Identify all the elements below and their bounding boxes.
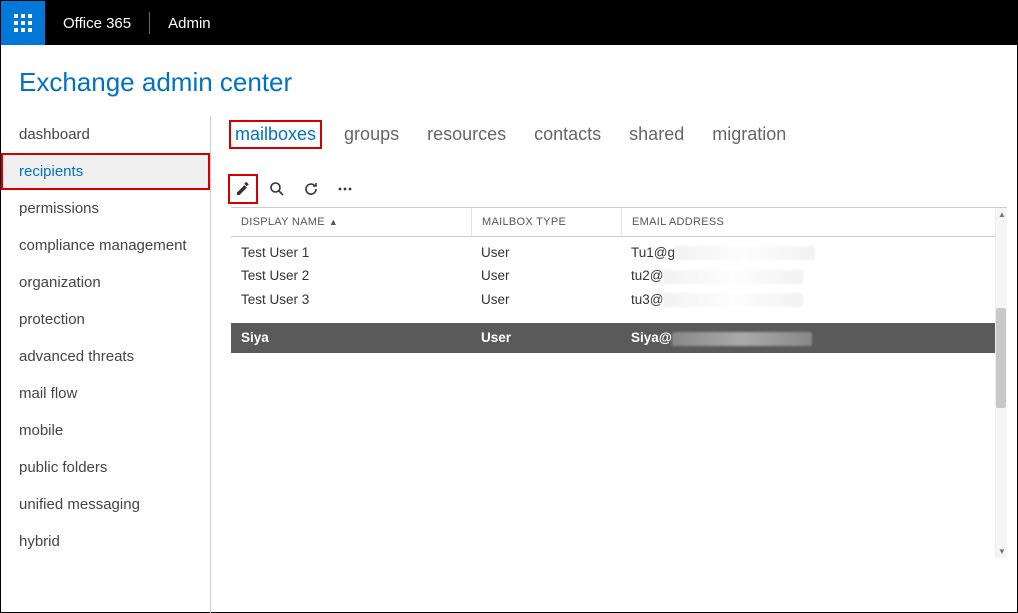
sidebar-item-public-folders[interactable]: public folders bbox=[1, 449, 210, 486]
table-body: Test User 1 User Tu1@g Test User 2 User … bbox=[231, 237, 1007, 353]
content-area: dashboard recipients permissions complia… bbox=[1, 116, 1017, 613]
app-launcher-button[interactable] bbox=[1, 1, 45, 45]
edit-button[interactable] bbox=[231, 177, 255, 201]
search-button[interactable] bbox=[265, 177, 289, 201]
sidebar-item-advanced-threats[interactable]: advanced threats bbox=[1, 338, 210, 375]
col-email-address[interactable]: EMAIL ADDRESS bbox=[621, 208, 1007, 236]
scroll-up-icon[interactable]: ▲ bbox=[998, 210, 1006, 219]
sidebar-item-dashboard[interactable]: dashboard bbox=[1, 116, 210, 153]
sidebar-item-organization[interactable]: organization bbox=[1, 264, 210, 301]
waffle-icon bbox=[14, 14, 32, 32]
main-panel: mailboxes groups resources contacts shar… bbox=[211, 116, 1017, 613]
cell-email: Tu1@g bbox=[621, 244, 1007, 261]
tab-shared[interactable]: shared bbox=[625, 122, 688, 147]
sidebar-item-mobile[interactable]: mobile bbox=[1, 412, 210, 449]
cell-type: User bbox=[471, 329, 621, 346]
scroll-thumb[interactable] bbox=[996, 308, 1006, 408]
cell-name: Test User 3 bbox=[231, 291, 471, 308]
brand-label: Office 365 bbox=[45, 15, 149, 32]
table-row[interactable]: Test User 2 User tu2@ bbox=[231, 264, 1007, 287]
table-row-selected[interactable]: Siya User Siya@ bbox=[231, 323, 1007, 352]
sidebar-item-protection[interactable]: protection bbox=[1, 301, 210, 338]
redacted bbox=[675, 246, 815, 260]
more-button[interactable] bbox=[333, 177, 357, 201]
refresh-icon bbox=[303, 181, 319, 197]
cell-name: Test User 2 bbox=[231, 267, 471, 284]
redacted bbox=[663, 293, 803, 307]
tab-contacts[interactable]: contacts bbox=[530, 122, 605, 147]
cell-type: User bbox=[471, 244, 621, 261]
tab-mailboxes[interactable]: mailboxes bbox=[231, 122, 320, 147]
sidebar-item-compliance[interactable]: compliance management bbox=[1, 227, 210, 264]
toolbar bbox=[231, 177, 1007, 207]
sidebar-item-mail-flow[interactable]: mail flow bbox=[1, 375, 210, 412]
sidebar: dashboard recipients permissions complia… bbox=[1, 116, 211, 613]
col-mailbox-type[interactable]: MAILBOX TYPE bbox=[471, 208, 621, 236]
sidebar-item-unified-messaging[interactable]: unified messaging bbox=[1, 486, 210, 523]
tab-groups[interactable]: groups bbox=[340, 122, 403, 147]
cell-type: User bbox=[471, 267, 621, 284]
table-row[interactable]: Test User 1 User Tu1@g bbox=[231, 241, 1007, 264]
cell-type: User bbox=[471, 291, 621, 308]
top-bar: Office 365 Admin bbox=[1, 1, 1017, 45]
tab-migration[interactable]: migration bbox=[708, 122, 790, 147]
mailbox-table: DISPLAY NAME ▲ MAILBOX TYPE EMAIL ADDRES… bbox=[231, 207, 1007, 353]
refresh-button[interactable] bbox=[299, 177, 323, 201]
sidebar-item-recipients[interactable]: recipients bbox=[1, 153, 210, 190]
page-title: Exchange admin center bbox=[1, 45, 1017, 116]
sidebar-item-permissions[interactable]: permissions bbox=[1, 190, 210, 227]
pencil-icon bbox=[235, 181, 251, 197]
scrollbar[interactable]: ▲ ▼ bbox=[995, 208, 1007, 558]
ellipsis-icon bbox=[337, 181, 353, 197]
table-header: DISPLAY NAME ▲ MAILBOX TYPE EMAIL ADDRES… bbox=[231, 208, 1007, 237]
section-label[interactable]: Admin bbox=[150, 15, 229, 32]
sidebar-item-hybrid[interactable]: hybrid bbox=[1, 523, 210, 560]
cell-email: tu2@ bbox=[621, 267, 1007, 284]
col-display-name[interactable]: DISPLAY NAME ▲ bbox=[231, 208, 471, 236]
cell-email: tu3@ bbox=[621, 291, 1007, 308]
cell-name: Test User 1 bbox=[231, 244, 471, 261]
redacted bbox=[663, 270, 803, 284]
scroll-down-icon[interactable]: ▼ bbox=[998, 547, 1006, 556]
tab-resources[interactable]: resources bbox=[423, 122, 510, 147]
cell-name: Siya bbox=[231, 329, 471, 346]
col-display-name-label: DISPLAY NAME bbox=[241, 216, 325, 228]
cell-email: Siya@ bbox=[621, 329, 1007, 346]
tabs: mailboxes groups resources contacts shar… bbox=[231, 122, 1007, 177]
redacted bbox=[672, 332, 812, 346]
sort-asc-icon: ▲ bbox=[329, 217, 338, 227]
search-icon bbox=[269, 181, 285, 197]
table-row[interactable]: Test User 3 User tu3@ bbox=[231, 288, 1007, 311]
